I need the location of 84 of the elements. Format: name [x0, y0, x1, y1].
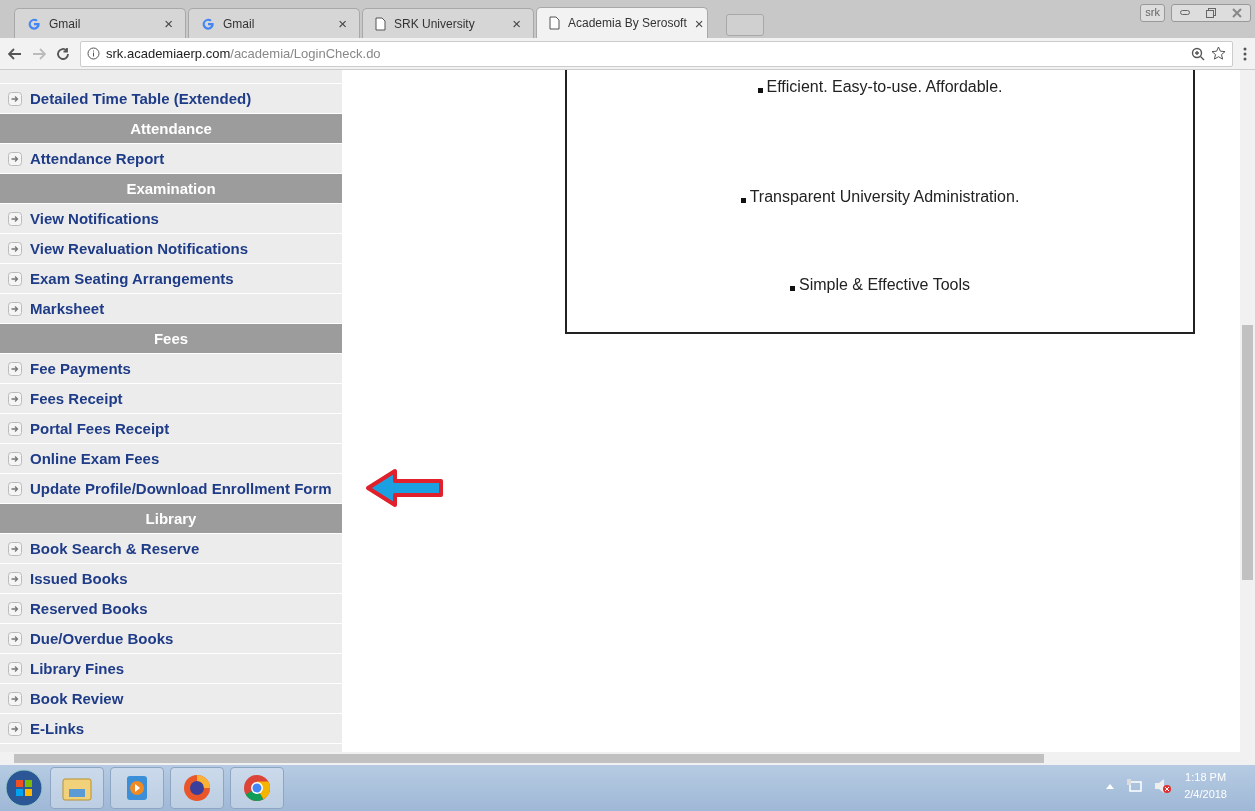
arrow-bullet-icon [8, 91, 22, 106]
menu-link[interactable]: Update Profile/Download Enrollment Form [30, 480, 332, 497]
arrow-bullet-icon [8, 271, 22, 286]
menu-link[interactable]: View Revaluation Notifications [30, 240, 249, 257]
back-icon[interactable] [8, 47, 22, 60]
google-icon [201, 16, 215, 31]
clock-time: 1:18 PM [1184, 770, 1227, 785]
menu-link[interactable]: Online Exam Fees [30, 450, 160, 467]
close-icon[interactable]: × [512, 15, 521, 32]
bullet-icon [757, 88, 763, 93]
menu-link[interactable]: Fee Payments [30, 360, 131, 377]
network-icon[interactable] [1126, 778, 1143, 794]
menu-link[interactable]: Due/Overdue Books [30, 630, 174, 647]
taskbar-button[interactable] [230, 767, 284, 809]
muted-speaker-icon[interactable] [1154, 778, 1173, 794]
menu-link[interactable]: Marksheet [30, 300, 105, 317]
firefox-icon [182, 773, 212, 803]
vertical-scrollbar[interactable] [1240, 70, 1255, 752]
arrow-bullet-icon [8, 451, 22, 466]
start-button[interactable] [4, 768, 44, 808]
arrow-bullet-icon [8, 391, 22, 406]
bullet-icon [789, 286, 795, 291]
forward-icon[interactable] [32, 47, 46, 60]
folder-icon [62, 775, 92, 801]
clock-date: 2/4/2018 [1184, 787, 1227, 802]
profile-badge[interactable]: srk [1140, 4, 1165, 22]
arrow-bullet-icon [8, 481, 22, 496]
google-icon [27, 16, 41, 31]
menu-link[interactable]: Attendance Report [30, 150, 165, 167]
address-bar[interactable]: srk.academiaerp.com/academia/LoginCheck.do [80, 40, 1233, 67]
arrow-bullet-icon [8, 691, 22, 706]
menu-icon[interactable] [1243, 46, 1247, 61]
horizontal-scrollbar[interactable] [0, 752, 1255, 765]
menu-link[interactable]: Reserved Books [30, 600, 148, 617]
taskbar-button[interactable] [170, 767, 224, 809]
caret-icon[interactable] [1106, 783, 1115, 789]
arrow-bullet-icon [8, 541, 22, 556]
close-icon[interactable]: × [164, 15, 173, 32]
section-header: Library [0, 504, 342, 534]
menu-link[interactable]: Library Fines [30, 660, 125, 677]
arrow-bullet-icon [8, 601, 22, 616]
arrow-bullet-icon [8, 211, 22, 226]
browser-tab[interactable]: Academia By Serosoft × [536, 7, 708, 38]
page-icon [375, 16, 386, 31]
arrow-bullet-icon [8, 421, 22, 436]
browser-tab[interactable]: SRK University × [362, 8, 534, 38]
arrow-bullet-icon [8, 631, 22, 646]
zoom-icon[interactable] [1191, 46, 1205, 61]
browser-tab[interactable]: Gmail × [188, 8, 360, 38]
reload-icon[interactable] [56, 46, 70, 61]
menu-link[interactable]: Detailed Time Table (Extended) [30, 90, 252, 107]
menu-link[interactable]: Portal Fees Receipt [30, 420, 170, 437]
page-icon [549, 16, 560, 30]
menu-link[interactable]: View Notifications [30, 210, 159, 227]
menu-link[interactable]: Book Review [30, 690, 124, 707]
section-header: Attendance [0, 114, 342, 144]
arrow-bullet-icon [8, 151, 22, 166]
url-path: /academia/LoginCheck.do [230, 46, 381, 61]
menu-link[interactable]: Exam Seating Arrangements [30, 270, 234, 287]
star-icon[interactable] [1211, 46, 1226, 61]
bullet-icon [740, 198, 746, 203]
arrow-bullet-icon [8, 361, 22, 376]
feature-text: Efficient. Easy-to-use. Affordable. [766, 78, 1003, 96]
section-header: Fees [0, 324, 342, 354]
info-icon [87, 47, 100, 60]
url-host: srk.academiaerp.com [106, 46, 231, 61]
arrow-bullet-icon [8, 241, 22, 256]
arrow-bullet-icon [8, 661, 22, 676]
browser-tab[interactable]: Gmail × [14, 8, 186, 38]
arrow-bullet-icon [8, 721, 22, 736]
menu-link[interactable]: Book Search & Reserve [30, 540, 200, 557]
close-icon[interactable]: × [694, 14, 704, 32]
new-tab-button[interactable] [726, 14, 764, 36]
chrome-icon [242, 773, 272, 803]
feature-text: Transparent University Administration. [749, 188, 1020, 206]
feature-text: Simple & Effective Tools [798, 276, 970, 294]
menu-link[interactable]: Fees Receipt [30, 390, 123, 407]
arrow-bullet-icon [8, 301, 22, 316]
close-icon[interactable]: × [338, 15, 347, 32]
section-header: Examination [0, 174, 342, 204]
arrow-bullet-icon [8, 571, 22, 586]
media-player-icon [125, 774, 149, 802]
menu-link[interactable]: Issued Books [30, 570, 128, 587]
menu-link[interactable]: E-Links [30, 720, 85, 737]
